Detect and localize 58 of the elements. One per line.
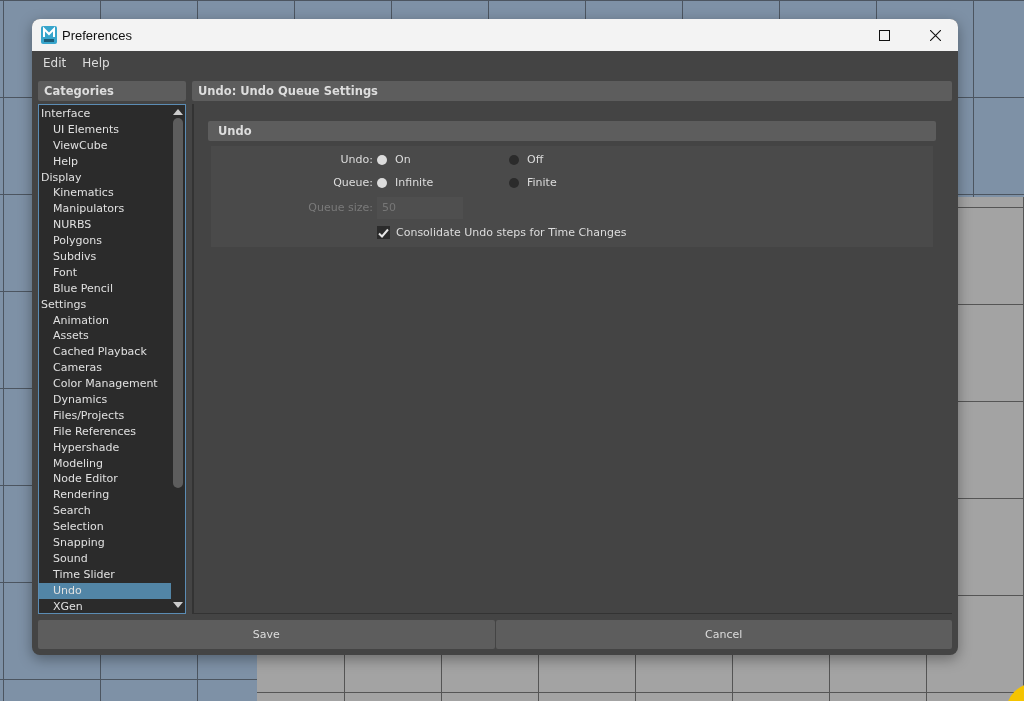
category-item[interactable]: Modeling	[39, 455, 171, 472]
panel-header: Undo: Undo Queue Settings	[192, 81, 952, 101]
category-item[interactable]: Help	[39, 153, 171, 170]
close-icon	[929, 29, 941, 41]
section-header[interactable]: Undo	[208, 121, 936, 141]
category-item[interactable]: Selection	[39, 519, 171, 536]
category-item[interactable]: Time Slider	[39, 566, 171, 583]
category-item[interactable]: ViewCube	[39, 137, 171, 154]
category-item[interactable]: Display	[39, 169, 171, 186]
categories-header: Categories	[38, 81, 186, 101]
app-logo-icon	[41, 26, 57, 44]
category-item[interactable]: Rendering	[39, 487, 171, 504]
category-item[interactable]: Interface	[39, 106, 171, 122]
dialog-button[interactable]: Cancel	[495, 620, 952, 649]
window-title: Preferences	[62, 27, 134, 43]
radio-label[interactable]: Infinite	[391, 176, 434, 189]
scroll-down-icon[interactable]	[173, 601, 183, 609]
category-item[interactable]: Settings	[39, 296, 171, 313]
category-item[interactable]: Snapping	[39, 535, 171, 551]
category-item[interactable]: Animation	[39, 312, 171, 329]
category-item[interactable]: Color Management	[39, 376, 171, 393]
setting-label: Queue:	[332, 176, 373, 189]
category-item[interactable]: File References	[39, 423, 171, 440]
category-item[interactable]: Cached Playback	[39, 344, 171, 361]
check-icon	[378, 227, 389, 238]
category-item[interactable]: Files/Projects	[39, 407, 171, 424]
radio-label[interactable]: On	[391, 153, 411, 166]
radio-label[interactable]: Off	[523, 153, 544, 166]
category-item[interactable]: Kinematics	[39, 185, 171, 202]
maximize-icon	[878, 29, 890, 41]
category-item[interactable]: Search	[39, 503, 171, 520]
category-item[interactable]: UI Elements	[39, 121, 171, 138]
menu-item[interactable]: Help	[75, 54, 117, 72]
scrollbar-thumb[interactable]	[173, 118, 183, 488]
radio-button[interactable]	[509, 177, 519, 188]
scroll-up-icon[interactable]	[173, 108, 183, 116]
radio-button[interactable]	[377, 177, 387, 188]
category-item[interactable]: Subdivs	[39, 249, 171, 265]
menu-item[interactable]: Edit	[36, 54, 74, 72]
checkbox[interactable]	[377, 226, 390, 239]
category-item[interactable]: Cameras	[39, 360, 171, 377]
checkbox-label[interactable]: Consolidate Undo steps for Time Changes	[390, 226, 627, 239]
category-item[interactable]: Blue Pencil	[39, 280, 171, 297]
category-item[interactable]: Dynamics	[39, 392, 171, 408]
category-item[interactable]: Manipulators	[39, 201, 171, 218]
radio-button[interactable]	[377, 154, 387, 165]
category-item[interactable]: Font	[39, 264, 171, 281]
category-item[interactable]: NURBS	[39, 217, 171, 234]
category-item[interactable]: Assets	[39, 328, 171, 345]
category-item[interactable]: Sound	[39, 550, 171, 567]
category-item[interactable]: Hypershade	[39, 439, 171, 456]
radio-button[interactable]	[509, 154, 519, 165]
dialog-button[interactable]: Save	[38, 620, 495, 649]
setting-label: Undo:	[339, 153, 373, 166]
radio-label[interactable]: Finite	[523, 176, 557, 189]
category-item[interactable]: Node Editor	[39, 471, 171, 488]
category-item[interactable]: XGen	[39, 598, 171, 613]
category-item[interactable]: Polygons	[39, 233, 171, 249]
